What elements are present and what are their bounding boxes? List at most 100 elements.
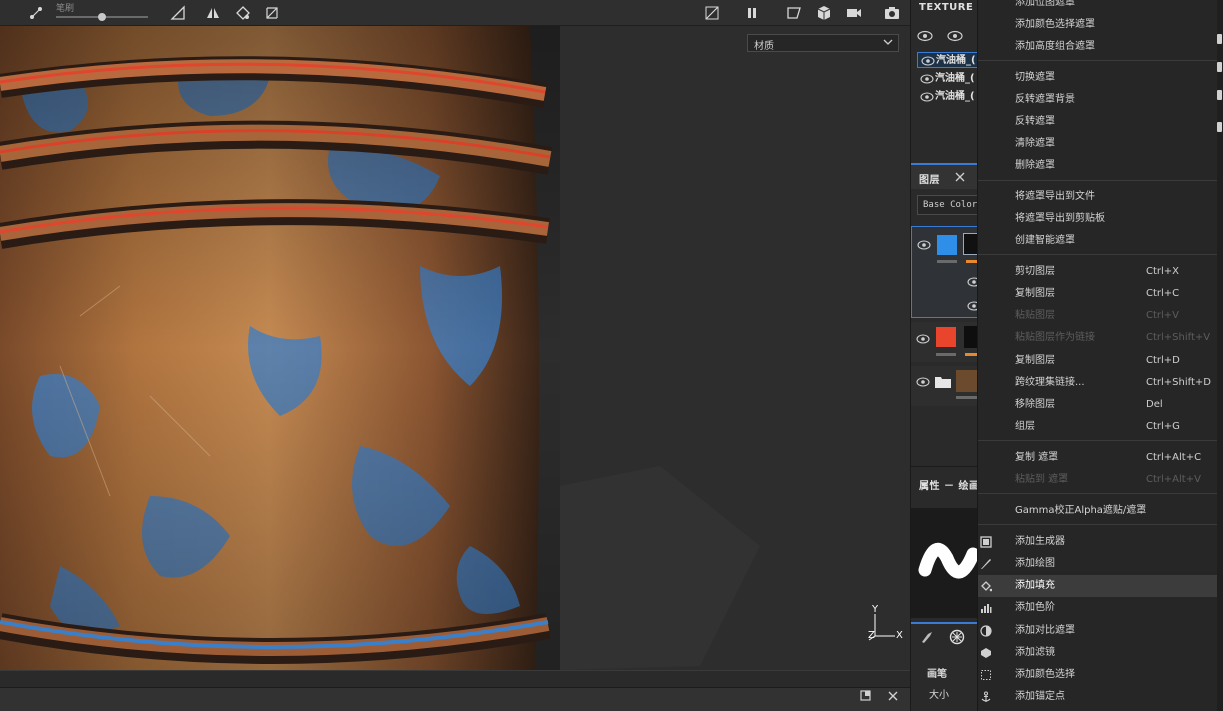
menu-item[interactable]: 移除图层 Del xyxy=(978,394,1217,416)
menu-item[interactable]: 添加色阶 xyxy=(978,597,1217,619)
cube-icon[interactable] xyxy=(814,3,834,23)
maximize-icon[interactable] xyxy=(859,689,873,703)
menu-item[interactable]: 添加绘图 xyxy=(978,553,1217,575)
menu-item[interactable]: Gamma校正Alpha遮贴/遮罩 xyxy=(978,500,1217,522)
layer-mask-thumbnail[interactable] xyxy=(963,233,978,255)
material-tab-icon[interactable] xyxy=(949,629,965,645)
eye-icon[interactable] xyxy=(920,92,934,102)
menu-item[interactable]: 组层 Ctrl+G xyxy=(978,416,1217,438)
eye-icon[interactable] xyxy=(916,377,930,387)
menu-item-label: 将遮罩导出到文件 xyxy=(1015,191,1095,202)
material-display-select[interactable]: 材质 xyxy=(747,34,899,52)
menu-item[interactable]: 添加位图遮罩 xyxy=(978,0,1217,14)
group-material-thumbnail[interactable] xyxy=(956,370,978,392)
axis-z-label: Z xyxy=(868,630,875,641)
menu-item[interactable]: 添加颜色选择 xyxy=(978,664,1217,686)
menu-item-label: 粘贴图层 xyxy=(1015,310,1055,321)
menu-item-label: 添加颜色选择 xyxy=(1015,669,1075,680)
texture-set-item[interactable]: 汽油桶_( xyxy=(917,52,978,68)
camera-video-icon[interactable] xyxy=(844,3,864,23)
menu-item-label: 添加绘图 xyxy=(1015,558,1055,569)
menu-item[interactable]: 添加填充 xyxy=(978,575,1217,597)
menu-item-label: 添加生成器 xyxy=(1015,536,1065,547)
layer-opacity-bar xyxy=(937,260,957,263)
menu-separator xyxy=(978,493,1217,494)
menu-item[interactable]: 剪切图层 Ctrl+X xyxy=(978,261,1217,283)
generator-icon xyxy=(980,536,992,548)
menu-item-label: Gamma校正Alpha遮贴/遮罩 xyxy=(1015,505,1147,516)
menu-item-shortcut: Ctrl+X xyxy=(1146,266,1180,277)
menu-item[interactable]: 复制 遮罩 Ctrl+Alt+C xyxy=(978,447,1217,469)
filter-icon xyxy=(981,648,991,658)
menu-item-shortcut: Ctrl+V xyxy=(1146,310,1180,321)
menu-item-label: 删除遮罩 xyxy=(1015,160,1055,171)
menu-item[interactable]: 反转遮罩背景 xyxy=(978,89,1217,111)
material-select-value: 材质 xyxy=(754,41,774,52)
menu-separator xyxy=(978,440,1217,441)
menu-item[interactable]: 复制图层 Ctrl+C xyxy=(978,283,1217,305)
transform-icon[interactable] xyxy=(262,3,282,23)
menu-item-shortcut: Ctrl+C xyxy=(1146,288,1180,299)
channel-select[interactable]: Base Color xyxy=(917,195,978,215)
menu-item-label: 创建智能遮罩 xyxy=(1015,235,1075,246)
layer-color-thumbnail[interactable] xyxy=(937,235,957,255)
layer-row[interactable] xyxy=(911,322,978,362)
menu-item[interactable]: 添加生成器 xyxy=(978,531,1217,553)
menu-item-label: 组层 xyxy=(1015,421,1035,432)
layer-mask-thumbnail[interactable] xyxy=(964,326,978,348)
layer-group-row[interactable] xyxy=(911,366,978,406)
menu-item[interactable]: 添加颜色选择遮罩 xyxy=(978,14,1217,36)
screenshot-camera-icon[interactable] xyxy=(882,3,902,23)
menu-item[interactable]: 将遮罩导出到文件 xyxy=(978,186,1217,208)
menu-separator xyxy=(978,254,1217,255)
menu-item-label: 复制 遮罩 xyxy=(1015,452,1059,463)
menu-item-label: 添加锚定点 xyxy=(1015,691,1065,702)
eye-icon[interactable] xyxy=(921,56,935,66)
brush-icon xyxy=(981,559,991,569)
texture-set-label: 汽油桶_( xyxy=(935,91,975,102)
menu-separator xyxy=(978,524,1217,525)
brush-tab-icon[interactable] xyxy=(920,630,934,644)
texture-set-item[interactable]: 汽油桶_( xyxy=(917,71,978,87)
brush-size-slider[interactable]: 笔刷 xyxy=(52,4,152,22)
pause-icon[interactable] xyxy=(742,3,762,23)
view-mode-icon[interactable] xyxy=(784,3,804,23)
hide-overlay-icon[interactable] xyxy=(702,3,722,23)
anchor-icon xyxy=(981,691,991,702)
eye-icon[interactable] xyxy=(920,74,934,84)
symmetry-icon[interactable] xyxy=(26,3,46,23)
layer-row[interactable] xyxy=(911,226,978,318)
menu-item-label: 添加位图遮罩 xyxy=(1015,0,1075,8)
eye-icon[interactable] xyxy=(916,334,930,344)
3d-viewport[interactable]: 材质 Y Z X xyxy=(0,26,910,670)
eye-icon[interactable] xyxy=(947,30,963,42)
material-picker-icon[interactable] xyxy=(233,3,253,23)
menu-item[interactable]: 将遮罩导出到剪贴板 xyxy=(978,208,1217,230)
menu-item[interactable]: 切换遮罩 xyxy=(978,67,1217,89)
fill-bucket-icon xyxy=(981,581,992,592)
menu-item[interactable]: 清除遮罩 xyxy=(978,133,1217,155)
edge-toolbar-strip xyxy=(1217,0,1223,711)
lazy-mouse-icon[interactable] xyxy=(168,3,188,23)
properties-panel-title: 属性 － 绘画 xyxy=(919,481,978,492)
menu-item-shortcut: Ctrl+D xyxy=(1146,355,1180,366)
layer-color-thumbnail[interactable] xyxy=(936,327,956,347)
eye-settings-icon[interactable] xyxy=(917,30,933,42)
close-icon[interactable] xyxy=(886,689,900,703)
menu-item[interactable]: 添加锚定点 xyxy=(978,686,1217,708)
texture-set-item[interactable]: 汽油桶_( xyxy=(917,89,978,105)
menu-item[interactable]: 复制图层 Ctrl+D xyxy=(978,350,1217,372)
eye-icon[interactable] xyxy=(917,240,931,250)
menu-item[interactable]: 删除遮罩 xyxy=(978,155,1217,177)
menu-item-label: 添加高度组合遮罩 xyxy=(1015,41,1095,52)
menu-item[interactable]: 添加对比遮罩 xyxy=(978,620,1217,642)
menu-item[interactable]: 跨纹理集链接... Ctrl+Shift+D xyxy=(978,372,1217,394)
menu-item[interactable]: 创建智能遮罩 xyxy=(978,230,1217,252)
mirror-icon[interactable] xyxy=(203,3,223,23)
menu-item-shortcut: Ctrl+Shift+V xyxy=(1146,332,1211,343)
menu-item[interactable]: 添加滤镜 xyxy=(978,642,1217,664)
close-icon[interactable] xyxy=(955,172,965,182)
menu-item-label: 复制图层 xyxy=(1015,288,1055,299)
menu-item[interactable]: 添加高度组合遮罩 xyxy=(978,36,1217,58)
menu-item[interactable]: 反转遮罩 xyxy=(978,111,1217,133)
